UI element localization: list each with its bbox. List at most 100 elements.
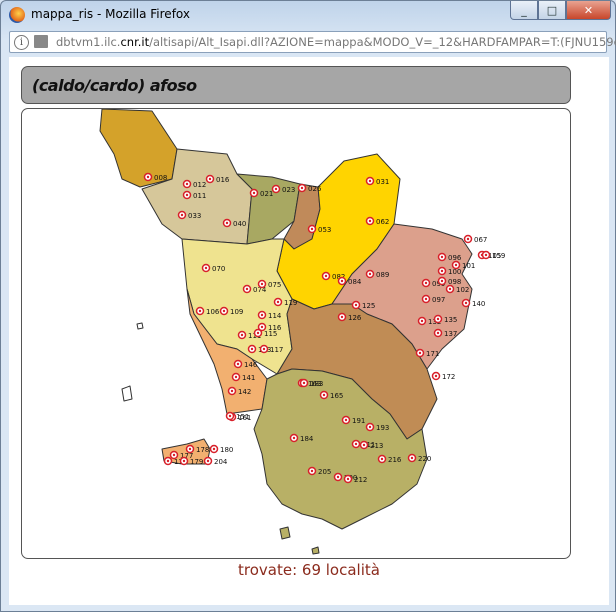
location-marker-dot	[185, 182, 189, 186]
close-button[interactable]: ✕	[566, 1, 611, 20]
location-marker-dot	[464, 301, 468, 305]
browser-window: mappa_ris - Mozilla Firefox _ □ ✕ i dbtv…	[0, 0, 616, 612]
location-marker-dot	[380, 457, 384, 461]
location-marker-dot	[212, 447, 216, 451]
location-marker-dot	[336, 475, 340, 479]
location-marker-dot	[436, 317, 440, 321]
location-marker-dot	[252, 191, 256, 195]
location-marker-dot	[368, 272, 372, 276]
page-title: (caldo/cardo) afoso	[32, 76, 197, 95]
location-label: 205	[318, 468, 331, 476]
map-container: 008 012 016 011 021 023 026 031 033 040 053 062 067 0…	[21, 108, 571, 559]
location-marker-dot	[310, 227, 314, 231]
location-marker-dot	[188, 447, 192, 451]
location-label: 062	[376, 218, 389, 226]
location-marker-dot	[240, 333, 244, 337]
maximize-button[interactable]: □	[538, 1, 566, 20]
island-capraia	[121, 385, 133, 402]
location-label: 142	[238, 388, 251, 396]
location-marker-dot	[228, 414, 232, 418]
location-label: 011	[193, 192, 206, 200]
location-label: 114	[268, 312, 282, 320]
location-marker-dot	[146, 175, 150, 179]
location-marker-dot	[302, 381, 306, 385]
location-label: 097	[432, 296, 445, 304]
location-marker-dot	[322, 393, 326, 397]
location-marker-dot	[182, 459, 186, 463]
location-label: 021	[260, 190, 273, 198]
location-label: 117	[270, 346, 283, 354]
location-marker-dot	[260, 282, 264, 286]
location-label: 096	[448, 254, 462, 262]
location-label: 016	[216, 176, 230, 184]
location-label: 180	[220, 446, 233, 454]
location-label: 075	[268, 281, 281, 289]
location-label: 084	[348, 278, 362, 286]
title-bar[interactable]: mappa_ris - Mozilla Firefox _ □ ✕	[1, 1, 616, 29]
window-title: mappa_ris - Mozilla Firefox	[31, 7, 190, 21]
location-marker-dot	[300, 186, 304, 190]
location-marker-dot	[346, 477, 350, 481]
location-marker-dot	[208, 177, 212, 181]
location-marker-dot	[340, 315, 344, 319]
location-marker-dot	[185, 193, 189, 197]
location-marker-dot	[225, 221, 229, 225]
location-marker-dot	[310, 469, 314, 473]
location-marker-dot	[440, 269, 444, 273]
location-label: 172	[442, 373, 455, 381]
location-label: 216	[388, 456, 402, 464]
location-marker-dot	[230, 389, 234, 393]
location-label: 008	[154, 174, 167, 182]
location-marker-dot	[236, 362, 240, 366]
location-label: 040	[233, 220, 246, 228]
location-label: 126	[348, 314, 362, 322]
location-marker-dot	[198, 309, 202, 313]
location-marker-dot	[448, 287, 452, 291]
location-marker-dot	[418, 351, 422, 355]
location-marker-dot	[340, 279, 344, 283]
location-label: 184	[300, 435, 314, 443]
location-marker-dot	[276, 300, 280, 304]
location-label: 135	[444, 316, 457, 324]
location-label: 100	[448, 268, 461, 276]
location-label: 213	[370, 442, 383, 450]
location-label: 031	[376, 178, 389, 186]
location-label: 070	[212, 265, 225, 273]
location-label: 179	[190, 458, 203, 466]
location-label: 165	[330, 392, 343, 400]
url-text[interactable]: dbtvm1.ilc.cnr.it/altisapi/Alt_Isapi.dll…	[56, 35, 616, 49]
info-icon[interactable]: i	[14, 35, 29, 50]
island-giglio	[279, 526, 291, 540]
location-label: 191	[352, 417, 365, 425]
location-label: 026	[308, 185, 322, 193]
location-label: 116	[268, 324, 282, 332]
location-label: 023	[282, 186, 295, 194]
url-bar[interactable]: i dbtvm1.ilc.cnr.it/altisapi/Alt_Isapi.d…	[9, 31, 616, 53]
results-count: trovate: 69 località	[238, 561, 380, 579]
location-label: 053	[318, 226, 331, 234]
island-giannutri	[311, 546, 320, 555]
location-marker-dot	[166, 459, 170, 463]
location-marker-dot	[410, 456, 414, 460]
location-marker-dot	[434, 374, 438, 378]
location-marker-dot	[454, 263, 458, 267]
location-marker-dot	[420, 319, 424, 323]
minimize-button[interactable]: _	[510, 1, 538, 20]
location-marker-dot	[262, 347, 266, 351]
page-content: (caldo/cardo) afoso 008 012 016 011 021 …	[9, 57, 609, 605]
location-marker-dot	[260, 313, 264, 317]
location-label: 146	[244, 361, 258, 369]
location-marker-dot	[172, 453, 176, 457]
location-label: 125	[362, 302, 375, 310]
location-marker-dot	[368, 219, 372, 223]
location-marker-dot	[234, 375, 238, 379]
location-marker-dot	[424, 297, 428, 301]
location-label: 212	[354, 476, 367, 484]
location-marker-dot	[354, 442, 358, 446]
location-marker-dot	[354, 303, 358, 307]
location-marker-dot	[424, 281, 428, 285]
page-icon	[34, 35, 48, 48]
location-marker-dot	[206, 459, 210, 463]
island-gorgona	[136, 322, 144, 330]
location-label: 137	[444, 330, 457, 338]
